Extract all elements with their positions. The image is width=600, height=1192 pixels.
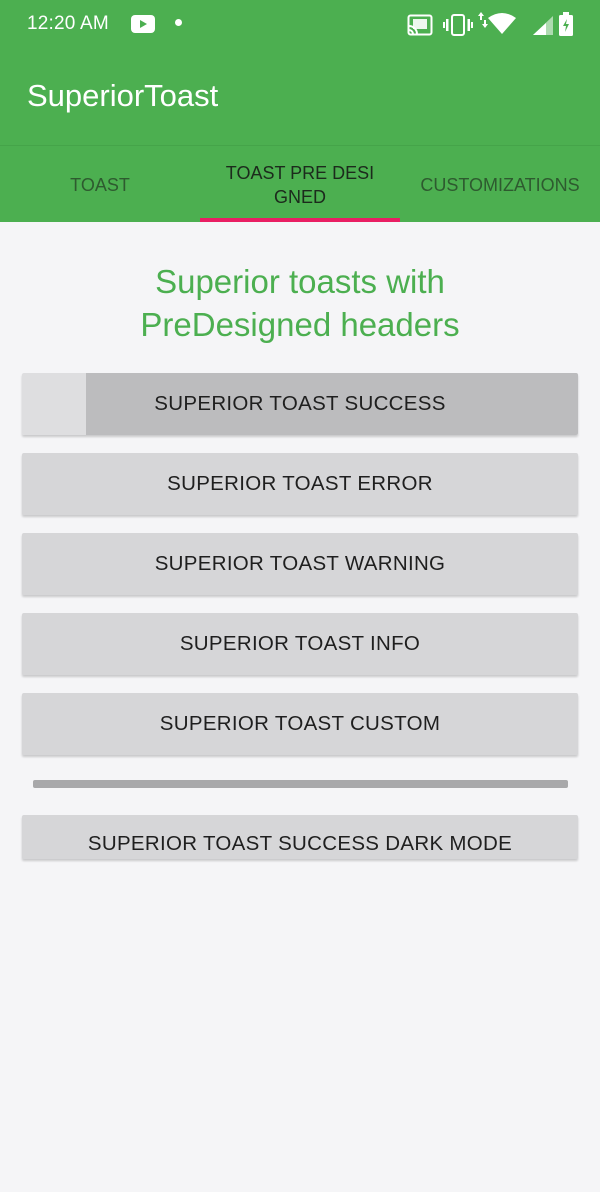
page-heading: Superior toasts with PreDesigned headers bbox=[140, 263, 460, 343]
superior-toast-error-button[interactable]: SUPERIOR TOAST ERROR bbox=[22, 453, 578, 515]
status-bar: 12:20 AM bbox=[0, 0, 600, 50]
signal-icon bbox=[533, 16, 553, 35]
wifi-icon bbox=[488, 13, 516, 34]
notification-dot-icon bbox=[175, 19, 182, 26]
status-time: 12:20 AM bbox=[27, 13, 109, 34]
tab-customizations[interactable]: CUSTOMIZATIONS bbox=[400, 146, 600, 223]
data-arrows-icon bbox=[478, 12, 488, 28]
tab-bar: TOAST TOAST PRE DESIGNED CUSTOMIZATIONS bbox=[0, 145, 600, 222]
battery-icon bbox=[559, 12, 573, 36]
tab-toast[interactable]: TOAST bbox=[0, 146, 200, 223]
app-bar: SuperiorToast bbox=[0, 50, 600, 145]
superior-toast-warning-button[interactable]: SUPERIOR TOAST WARNING bbox=[22, 533, 578, 595]
superior-toast-info-button[interactable]: SUPERIOR TOAST INFO bbox=[22, 613, 578, 675]
superior-toast-success-button[interactable]: SUPERIOR TOAST SUCCESS bbox=[22, 373, 578, 435]
tab-toast-pre-designed[interactable]: TOAST PRE DESIGNED bbox=[200, 146, 400, 223]
youtube-icon bbox=[131, 15, 155, 33]
cast-icon bbox=[407, 14, 433, 36]
vibrate-icon bbox=[443, 14, 473, 36]
superior-toast-custom-button[interactable]: SUPERIOR TOAST CUSTOM bbox=[22, 693, 578, 755]
divider bbox=[33, 780, 568, 788]
superior-toast-success-dark-mode-button[interactable]: SUPERIOR TOAST SUCCESS DARK MODE bbox=[22, 815, 578, 859]
app-title: SuperiorToast bbox=[27, 78, 219, 113]
tab-indicator bbox=[200, 218, 400, 222]
